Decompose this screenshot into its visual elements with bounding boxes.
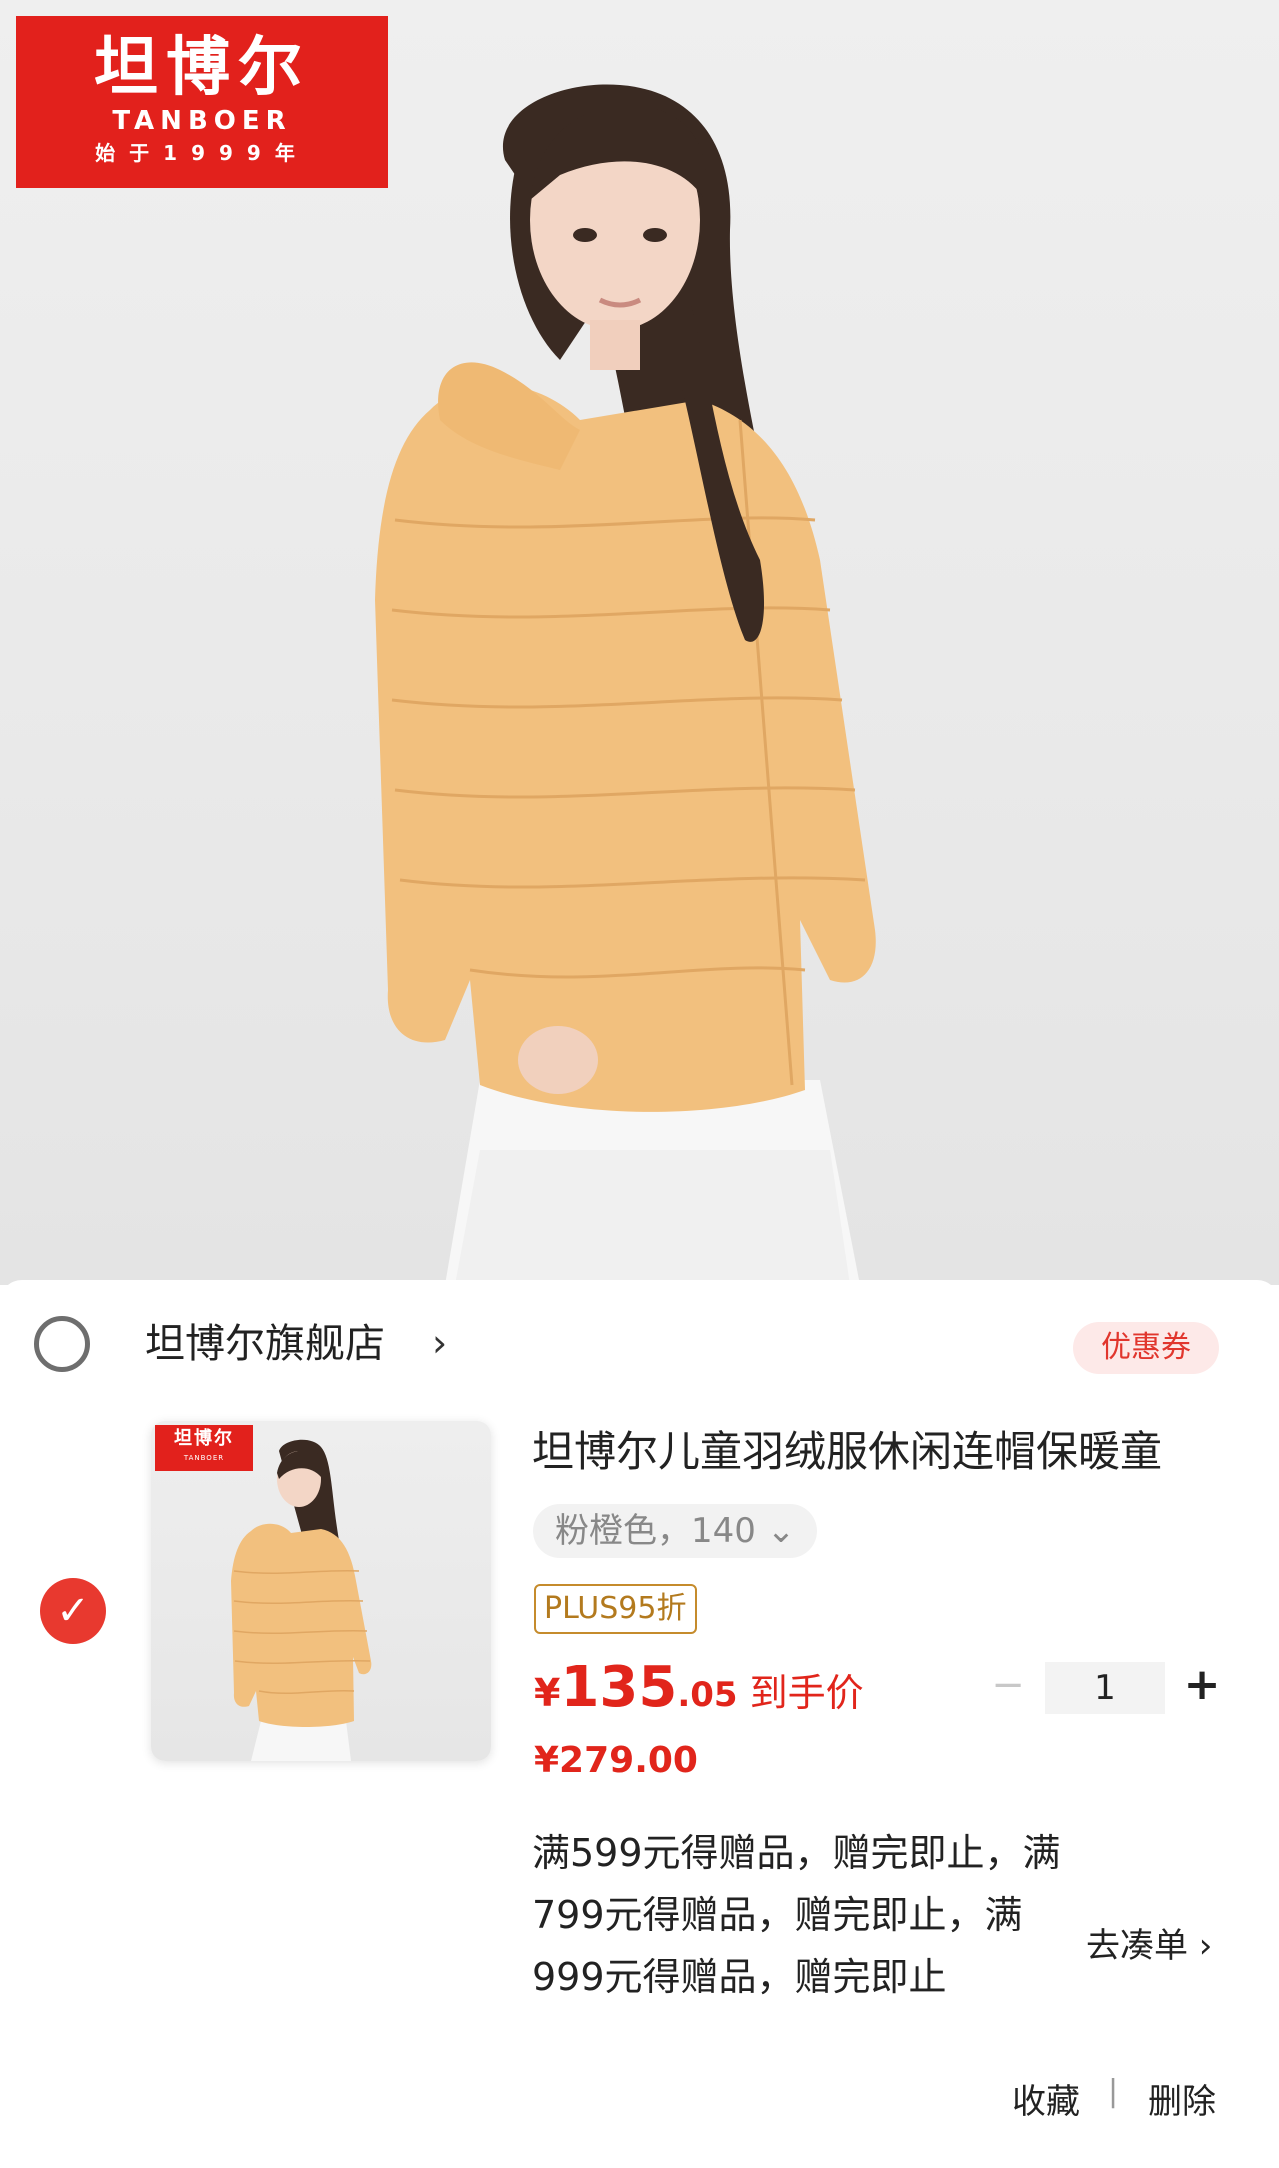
check-circle-icon[interactable]: ✓ (40, 1578, 106, 1644)
product-title[interactable]: 坦博尔儿童羽绒服休闲连帽保暖童 (532, 1422, 1232, 1482)
brand-logo: 坦博尔 TANBOER 始于1999年 (16, 16, 388, 188)
spec-selector[interactable]: 粉橙色，140 ⌄ (533, 1504, 818, 1558)
brand-logo-name-en: TANBOER (112, 106, 292, 136)
price-integer: 135 (560, 1655, 678, 1720)
brand-logo-since: 始于1999年 (95, 141, 309, 165)
product-thumbnail[interactable]: 坦博尔 TANBOER (151, 1421, 491, 1761)
price-tag-label: 到手价 (749, 1671, 864, 1715)
delete-button[interactable]: 删除 (1148, 2074, 1216, 2123)
quantity-decrease-button[interactable]: − (990, 1660, 1026, 1710)
coupon-button[interactable]: 优惠券 (1073, 1322, 1219, 1374)
thumbnail-brand-name-en: TANBOER (183, 1454, 225, 1462)
action-divider: | (1108, 2074, 1119, 2109)
price-decimal: .05 (677, 1675, 738, 1715)
gift-promotion-text: 满599元得赠品，赠完即止，满799元得赠品，赠完即止，满999元得赠品，赠完即… (532, 1831, 1061, 1999)
plus-discount-badge: PLUS95折 (534, 1584, 697, 1634)
thumbnail-model-illustration (231, 1439, 372, 1761)
final-price: ¥135.05 到手价 (534, 1655, 864, 1720)
original-price: ¥279.00 (534, 1740, 698, 1781)
thumbnail-brand-name-cn: 坦博尔 (174, 1428, 234, 1449)
brand-logo-name-cn: 坦博尔 (94, 31, 310, 105)
store-name-link[interactable]: 坦博尔旗舰店 (145, 1316, 385, 1372)
product-hero-image: 坦博尔 TANBOER 始于1999年 (0, 0, 1279, 1285)
favorite-button[interactable]: 收藏 (1012, 2074, 1080, 2123)
chevron-right-icon[interactable]: › (432, 1316, 447, 1370)
model-illustration (375, 84, 876, 1285)
thumbnail-brand-logo: 坦博尔 TANBOER (155, 1425, 253, 1471)
quantity-input[interactable]: 1 (1045, 1662, 1165, 1714)
quantity-increase-button[interactable]: + (1182, 1660, 1222, 1710)
add-more-items-link[interactable]: 去凑单 › (1086, 1916, 1212, 1976)
price-currency: ¥ (534, 1671, 561, 1715)
store-select-radio[interactable] (34, 1316, 90, 1372)
